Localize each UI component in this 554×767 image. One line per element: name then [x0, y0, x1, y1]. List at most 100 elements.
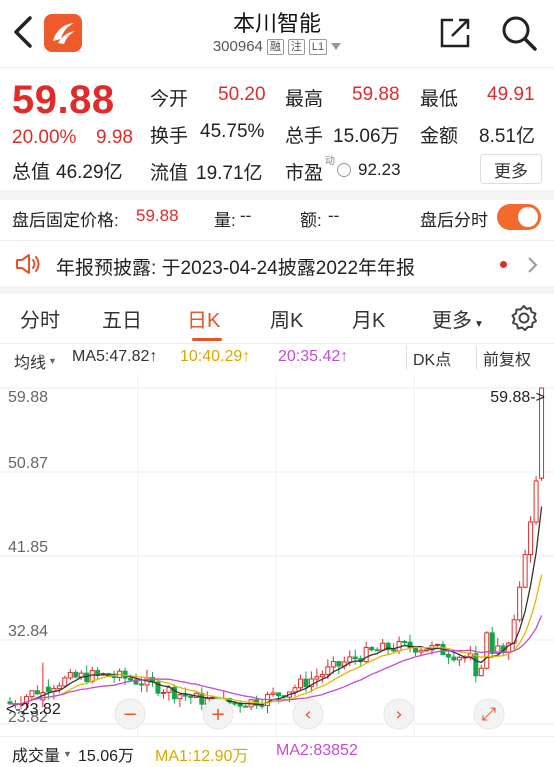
candle-body — [314, 676, 320, 680]
change-value: 9.98 — [96, 127, 133, 148]
candle-body — [29, 690, 35, 698]
zoom-in-icon: + — [210, 704, 225, 725]
pe-info-icon[interactable] — [337, 163, 351, 177]
after-hours-toggle[interactable] — [497, 204, 541, 230]
candle-body — [363, 646, 369, 663]
fullscreen-icon: ⤢ — [482, 704, 497, 725]
divider — [0, 286, 554, 294]
stock-code: 300964 — [212, 38, 263, 55]
candle-body — [188, 695, 194, 698]
kline-chart[interactable]: 59.8850.8741.8532.8423.8259.88-><-23.82−… — [0, 374, 554, 736]
after-hours-timeshare-label: 盘后分时 — [420, 211, 488, 230]
last-price: 59.88 — [12, 78, 115, 122]
tab-weekly-k[interactable]: 周K — [270, 304, 303, 333]
candle-body — [528, 521, 534, 556]
adjust-button[interactable]: 前复权 — [476, 346, 537, 370]
pe-value: 92.23 — [358, 160, 401, 179]
amount-value: 8.51亿 — [479, 126, 535, 147]
indicator-select[interactable]: 均线 ▼ — [14, 349, 57, 373]
chevron-down-icon: ▼ — [48, 356, 57, 366]
chevron-down-icon[interactable] — [331, 42, 342, 51]
indicator-type: 均线 — [14, 355, 47, 372]
candle-body — [330, 661, 336, 668]
ma10-value: 10:40.29↑ — [180, 348, 251, 365]
candle-body — [232, 702, 238, 705]
candle-body — [336, 661, 342, 667]
after-hours-qty-label: 量: — [214, 211, 236, 230]
tab-five-day[interactable]: 五日 — [102, 304, 142, 333]
zoom-out-icon: − — [122, 704, 137, 725]
chevron-down-icon: ▼ — [474, 319, 484, 330]
candle-body — [95, 670, 101, 675]
candle-body — [402, 640, 408, 643]
speaker-icon — [16, 254, 40, 274]
volume-ma2: MA2:83852 — [276, 742, 358, 759]
candle-body — [297, 678, 303, 689]
max-price-marker: 59.88-> — [490, 389, 545, 406]
tab-timeshare[interactable]: 分时 — [20, 304, 60, 333]
candle-body — [484, 632, 490, 669]
more-button[interactable]: 更多 — [480, 154, 542, 184]
candle-body — [418, 649, 424, 653]
candle-body — [522, 554, 528, 588]
high-value: 59.88 — [352, 84, 400, 105]
search-icon[interactable] — [500, 14, 538, 52]
candle-body — [380, 642, 386, 651]
y-tick-label: 41.85 — [8, 539, 48, 556]
turnover-value: 45.75% — [200, 121, 265, 142]
notice-text[interactable]: 年报预披露: 于2023-04-24披露2022年年报 — [56, 253, 415, 280]
margin-tag: 融 — [266, 38, 284, 55]
divider — [0, 736, 554, 737]
float-mv-label: 流值 — [150, 163, 189, 184]
candle-body — [369, 646, 375, 651]
chevron-right-icon[interactable] — [526, 255, 538, 275]
tab-daily-k[interactable]: 日K — [187, 304, 220, 333]
share-icon[interactable] — [438, 16, 472, 50]
open-value: 50.20 — [218, 84, 266, 105]
candle-body — [325, 666, 331, 676]
low-value: 49.91 — [487, 84, 535, 105]
candle-body — [434, 643, 440, 646]
candle-body — [67, 671, 73, 679]
candle-body — [303, 678, 309, 688]
candle-body — [73, 671, 79, 678]
candle-body — [473, 653, 479, 677]
candle-body — [177, 694, 183, 700]
after-hours-qty: -- — [240, 206, 252, 225]
candle-body — [478, 667, 484, 677]
candle-body — [276, 692, 282, 697]
candle-body — [445, 653, 451, 658]
candle-body — [451, 656, 457, 661]
pe-dynamic-mark: 动 — [325, 156, 335, 167]
period-tabs: 分时 五日 日K 周K 月K 更多 ▼ — [0, 294, 554, 344]
candle-body — [111, 675, 117, 679]
low-label: 最低 — [420, 89, 459, 110]
volume-select[interactable]: 成交量 ▼ — [12, 742, 72, 766]
level-tag[interactable]: L1 — [308, 38, 328, 55]
y-tick-label: 32.84 — [8, 623, 48, 640]
after-hours-amt-label: 额: — [300, 211, 322, 230]
candle-body — [128, 677, 134, 681]
candle-body — [270, 692, 276, 695]
scroll-right-icon: › — [395, 704, 402, 725]
candle-body — [243, 705, 249, 708]
volume-value: 15.06万 — [333, 126, 400, 147]
pe-label: 市盈 — [285, 163, 324, 184]
ma5-value: MA5:47.82↑ — [72, 348, 158, 365]
candle-body — [182, 694, 188, 697]
gear-icon[interactable] — [510, 304, 538, 332]
candle-body — [34, 690, 40, 695]
candle-body — [62, 677, 68, 687]
dk-point-button[interactable]: DK点 — [406, 346, 457, 370]
total-market-value: 总值 46.29亿 — [12, 157, 123, 184]
tab-more[interactable]: 更多 ▼ — [432, 304, 484, 333]
active-tab-underline — [192, 338, 222, 341]
volume-label: 成交量 — [12, 748, 61, 765]
registration-tag: 注 — [287, 38, 305, 55]
y-tick-label: 50.87 — [8, 455, 48, 472]
candle-body — [517, 586, 523, 621]
change-percent: 20.00% — [12, 127, 77, 148]
turnover-label: 换手 — [150, 126, 189, 147]
tab-monthly-k[interactable]: 月K — [352, 304, 385, 333]
candle-body — [489, 632, 495, 654]
